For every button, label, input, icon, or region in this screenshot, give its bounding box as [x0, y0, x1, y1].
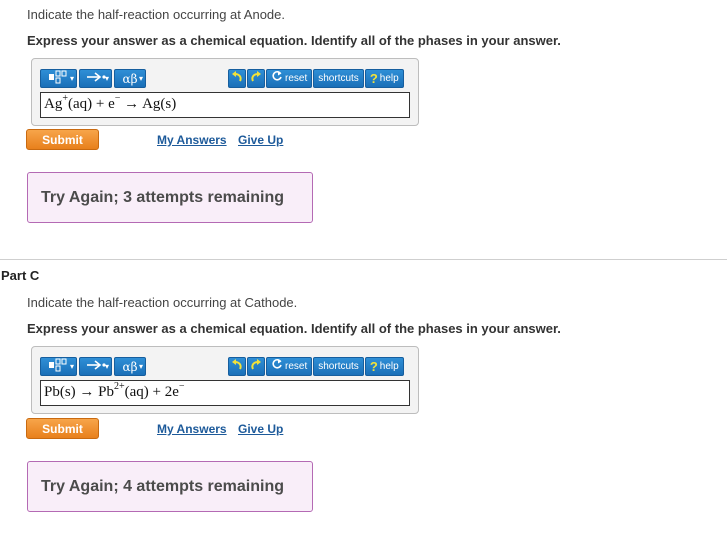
undo-button[interactable] [228, 69, 246, 88]
redo-button[interactable] [247, 357, 265, 376]
section-divider [0, 259, 727, 260]
part-c-express-text: Express your answer as a chemical equati… [27, 321, 561, 336]
reset-icon [271, 70, 283, 88]
greek-letters-icon: αβ [122, 72, 138, 86]
help-label: help [379, 361, 399, 372]
part-b-submit-button[interactable]: Submit [26, 129, 99, 150]
redo-icon [250, 70, 262, 88]
help-icon: ? [369, 71, 378, 86]
reset-button[interactable]: reset [266, 357, 313, 376]
redo-icon [250, 358, 262, 376]
undo-button[interactable] [228, 357, 246, 376]
part-b-toolbar: ▾ ▾ αβ ▾ reset shortcuts ? help [40, 69, 410, 89]
part-c-give-up-link[interactable]: Give Up [238, 422, 283, 436]
arrow-button[interactable]: ▾ [79, 357, 112, 376]
greek-letters-button[interactable]: αβ ▾ [114, 357, 146, 376]
part-b-feedback: Try Again; 3 attempts remaining [27, 172, 313, 223]
help-button[interactable]: ? help [364, 69, 404, 88]
reset-button[interactable]: reset [266, 69, 313, 88]
help-button[interactable]: ? help [364, 357, 404, 376]
part-c-instruction: Indicate the half-reaction occurring at … [27, 295, 298, 310]
part-c-answer-input[interactable]: Pb(s) → Pb2+(aq) + 2e− [40, 380, 410, 406]
templates-button[interactable]: ▾ [40, 69, 77, 88]
shortcuts-label: shortcuts [318, 361, 359, 372]
help-icon: ? [369, 359, 378, 374]
reset-icon [271, 358, 283, 376]
templates-icon [48, 358, 70, 379]
part-b-give-up-link[interactable]: Give Up [238, 133, 283, 147]
arrow-icon [85, 358, 107, 379]
part-b-my-answers-link[interactable]: My Answers [157, 133, 227, 147]
greek-letters-icon: αβ [122, 360, 138, 374]
reset-label: reset [285, 361, 308, 372]
part-c-answer-editor: ▾ ▾ αβ ▾ reset shortcuts ? help Pb(s) → … [31, 346, 419, 414]
reset-label: reset [285, 73, 308, 84]
part-c-feedback: Try Again; 4 attempts remaining [27, 461, 313, 512]
undo-icon [231, 358, 243, 376]
part-b-instruction: Indicate the half-reaction occurring at … [27, 7, 285, 22]
part-b-express-text: Express your answer as a chemical equati… [27, 33, 561, 48]
shortcuts-label: shortcuts [318, 73, 359, 84]
shortcuts-button[interactable]: shortcuts [313, 357, 364, 376]
help-label: help [379, 73, 399, 84]
part-b-answer-input[interactable]: Ag+(aq) + e− → Ag(s) [40, 92, 410, 118]
part-b-answer-editor: ▾ ▾ αβ ▾ reset shortcuts ? help Ag+(aq) … [31, 58, 419, 126]
arrow-icon [85, 70, 107, 91]
undo-icon [231, 70, 243, 88]
templates-icon [48, 70, 70, 91]
part-c-my-answers-link[interactable]: My Answers [157, 422, 227, 436]
templates-button[interactable]: ▾ [40, 357, 77, 376]
part-c-toolbar: ▾ ▾ αβ ▾ reset shortcuts ? help [40, 357, 410, 377]
part-c-title: Part C [1, 268, 40, 283]
shortcuts-button[interactable]: shortcuts [313, 69, 364, 88]
redo-button[interactable] [247, 69, 265, 88]
part-c-submit-button[interactable]: Submit [26, 418, 99, 439]
greek-letters-button[interactable]: αβ ▾ [114, 69, 146, 88]
arrow-button[interactable]: ▾ [79, 69, 112, 88]
